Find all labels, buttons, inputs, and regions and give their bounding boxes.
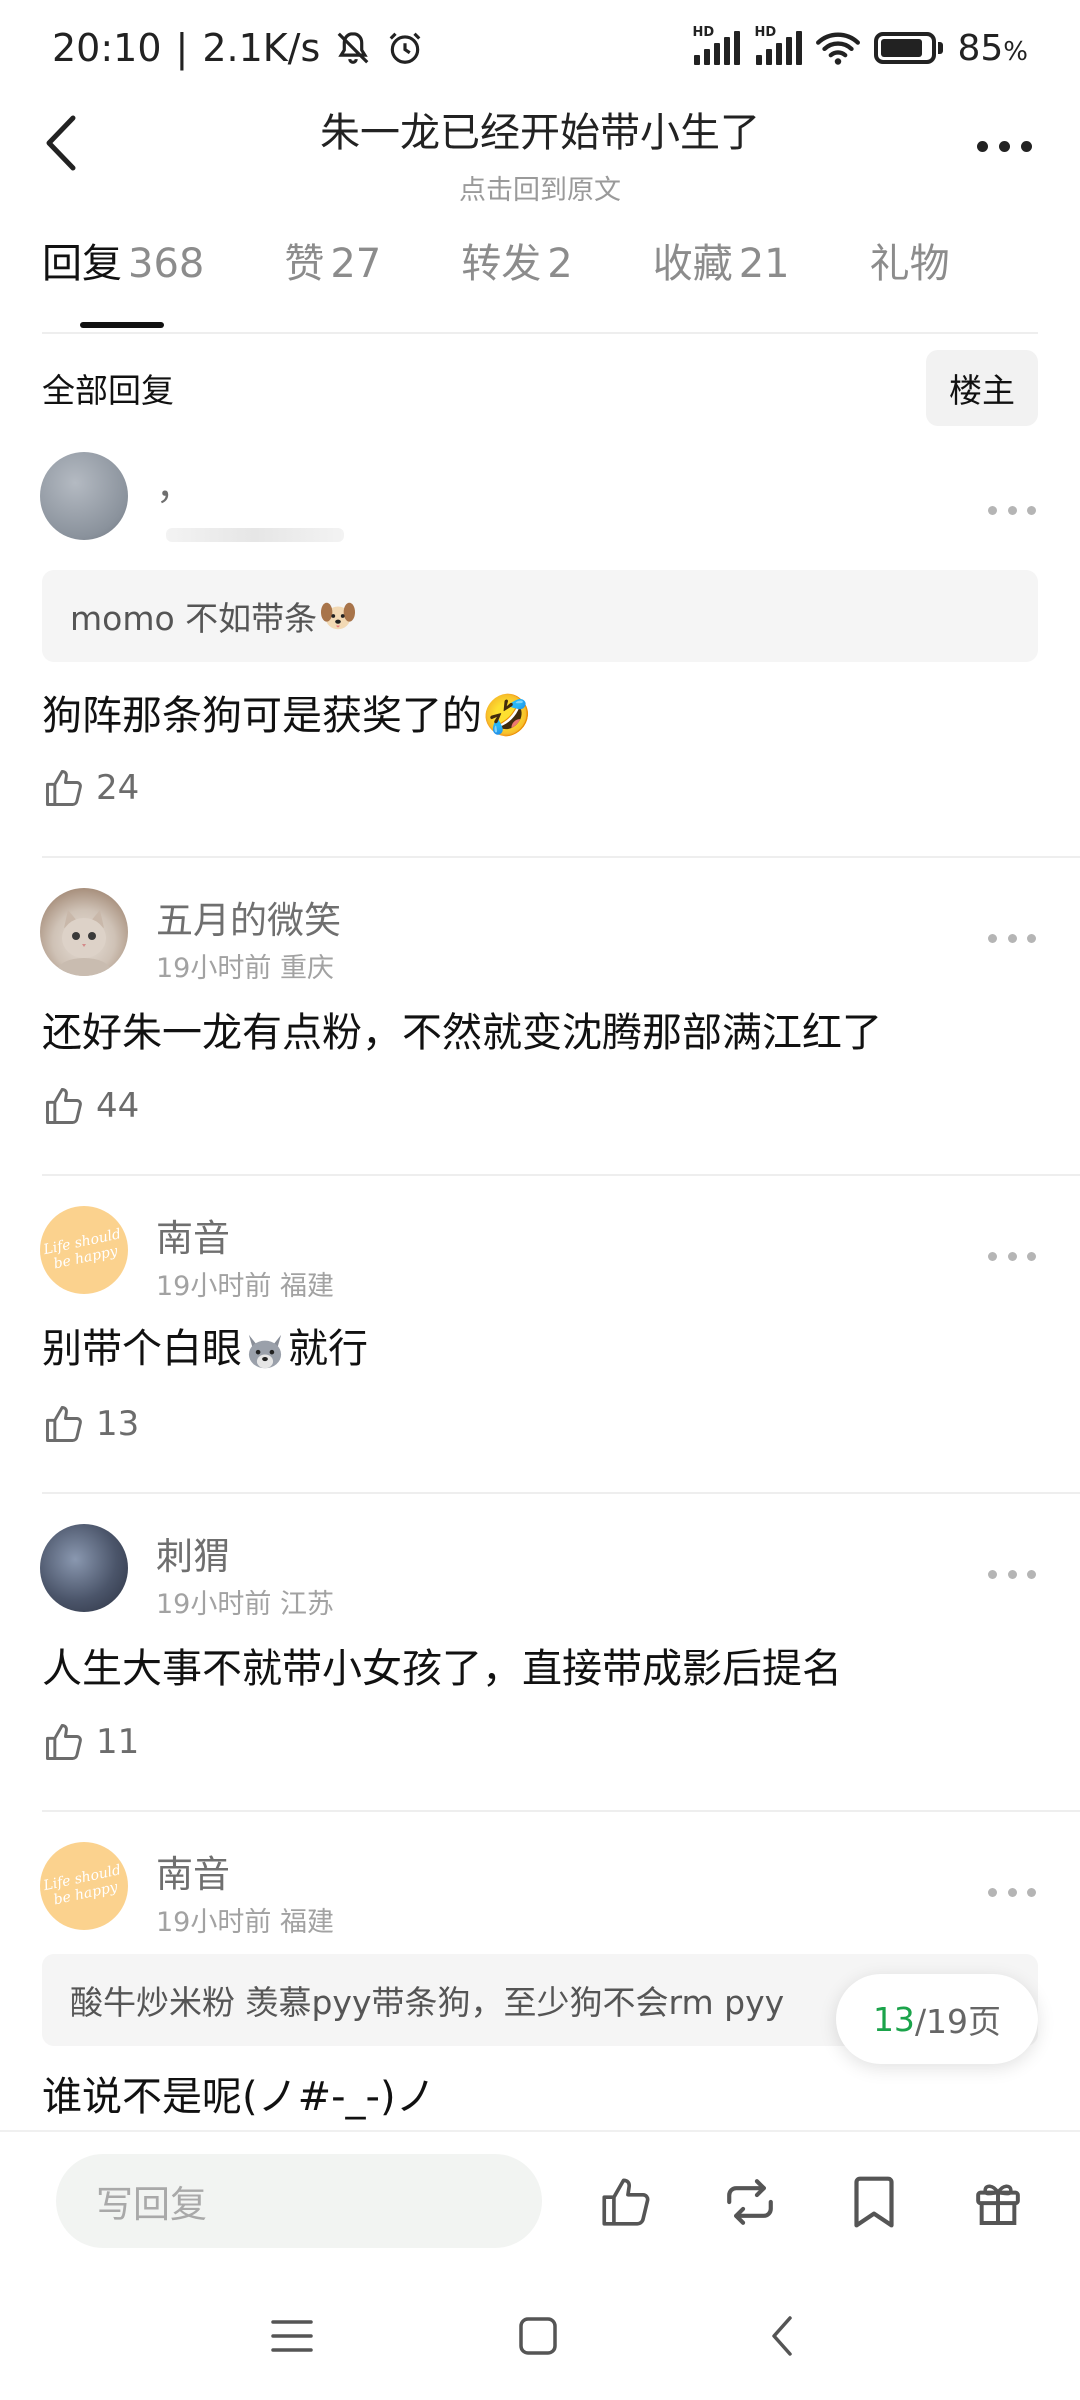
comment-more-icon[interactable] — [988, 1564, 1036, 1584]
avatar-text: Life should be happy — [42, 1862, 123, 1909]
like-post-button[interactable] — [590, 2166, 662, 2238]
filter-row: 全部回复 楼主 — [42, 350, 1038, 426]
comment-more-icon[interactable] — [988, 928, 1036, 948]
comment-username[interactable]: 南音 — [156, 1208, 230, 1262]
home-icon — [519, 2317, 557, 2355]
thumbs-up-icon — [46, 1406, 82, 1442]
back-to-original-link[interactable]: 点击回到原文 — [180, 168, 900, 207]
tab-bar: 回复 368 赞 27 转发 2 收藏 21 礼物 — [42, 236, 1038, 332]
wifi-icon — [816, 32, 861, 65]
comment-username[interactable]: 南音 — [156, 1844, 230, 1898]
comment-username[interactable]: ， — [156, 456, 193, 510]
comment-more-icon[interactable] — [988, 500, 1036, 520]
divider — [42, 856, 1080, 858]
status-right: HD HD 85% — [692, 25, 1028, 69]
tab-replies[interactable]: 回复 368 — [42, 236, 204, 292]
divider — [42, 1810, 1080, 1812]
comment-more-icon[interactable] — [988, 1882, 1036, 1902]
repost-icon — [727, 2179, 773, 2225]
cat-avatar-image — [58, 910, 110, 976]
wolf-emoji-icon — [248, 1334, 282, 1369]
comment-username[interactable]: 五月的微笑 — [156, 890, 341, 944]
like-button[interactable]: 13 — [42, 1402, 139, 1446]
back-button[interactable] — [752, 2306, 812, 2366]
avatar[interactable]: Life should be happy — [40, 1206, 128, 1294]
blurred-meta — [166, 528, 344, 542]
avatar[interactable]: Life should be happy — [40, 1842, 128, 1930]
divider — [42, 332, 1038, 334]
thumbs-up-icon — [46, 1724, 82, 1760]
header: 朱一龙已经开始带小生了 点击回到原文 — [0, 96, 1080, 206]
avatar[interactable] — [40, 888, 128, 976]
thumbs-up-icon — [602, 2178, 650, 2226]
repost-button[interactable] — [714, 2166, 786, 2238]
comment-more-icon[interactable] — [988, 1246, 1036, 1266]
like-count: 44 — [96, 1086, 140, 1126]
comment-username[interactable]: 刺猬 — [156, 1526, 230, 1580]
like-button[interactable]: 24 — [42, 766, 139, 810]
system-navigation-bar — [0, 2290, 1080, 2380]
signal-1-icon: HD — [692, 25, 741, 65]
avatar-text: Life should be happy — [42, 1226, 123, 1273]
comment-meta: 19小时前 福建 — [156, 1907, 334, 1938]
status-time: 20:10 — [52, 26, 162, 70]
bookmark-button[interactable] — [838, 2166, 910, 2238]
menu-icon — [271, 2320, 313, 2352]
thumbs-up-icon — [46, 1088, 82, 1124]
comment-text: 还好朱一龙有点粉，不然就变沈腾那部满江红了 — [42, 1010, 882, 1056]
status-separator: | — [175, 26, 189, 70]
avatar[interactable] — [40, 1524, 128, 1612]
page-title: 朱一龙已经开始带小生了 — [320, 110, 760, 156]
bookmark-icon — [854, 2176, 894, 2228]
signal-2-icon: HD — [754, 25, 803, 65]
like-button[interactable]: 44 — [42, 1084, 139, 1128]
like-count: 24 — [96, 768, 140, 808]
more-icon[interactable] — [964, 126, 1044, 166]
divider — [42, 1492, 1080, 1494]
all-replies-label: 全部回复 — [42, 371, 174, 410]
back-icon — [772, 2316, 792, 2356]
avatar[interactable] — [40, 452, 128, 540]
gift-icon — [976, 2184, 1020, 2225]
owner-only-button[interactable]: 楼主 — [926, 350, 1038, 426]
divider — [0, 2130, 1080, 2132]
like-count: 11 — [96, 1722, 140, 1762]
menu-button[interactable] — [262, 2306, 322, 2366]
bell-mute-icon — [337, 32, 369, 64]
battery-icon — [874, 32, 944, 64]
comment-meta: 19小时前 福建 — [156, 1271, 334, 1302]
home-button[interactable] — [508, 2306, 568, 2366]
status-network-speed: 2.1K/s — [202, 26, 321, 70]
comment-text: 别带个白眼 就行 — [42, 1326, 368, 1372]
battery-percent: 85% — [957, 27, 1028, 69]
tab-likes[interactable]: 赞 27 — [284, 236, 381, 292]
title-area[interactable]: 朱一龙已经开始带小生了 点击回到原文 — [180, 100, 900, 207]
comment-text: 谁说不是呢(ノ#-_-)ノ — [42, 2074, 436, 2120]
dog-emoji-icon — [321, 602, 356, 630]
current-page: 13 — [872, 1999, 915, 2039]
comment-meta: 19小时前 重庆 — [156, 953, 334, 984]
like-count: 13 — [96, 1404, 140, 1444]
active-tab-indicator — [80, 322, 164, 328]
comment-text: 人生大事不就带小女孩了，直接带成影后提名 — [42, 1646, 842, 1692]
divider — [42, 1174, 1080, 1176]
total-pages: /19页 — [914, 2002, 1002, 2041]
back-arrow-icon — [46, 115, 76, 171]
page-indicator[interactable]: 13/19页 — [836, 1974, 1038, 2064]
tab-reposts[interactable]: 转发 2 — [461, 236, 572, 292]
alarm-clock-icon — [389, 32, 421, 64]
gift-button[interactable] — [962, 2166, 1034, 2238]
status-bar: 20:10 | 2.1K/s HD HD 85% — [0, 0, 1080, 96]
reply-input[interactable]: 写回复 — [56, 2154, 542, 2248]
comment-meta: 19小时前 江苏 — [156, 1589, 334, 1620]
like-button[interactable]: 11 — [42, 1720, 139, 1764]
tab-gifts[interactable]: 礼物 — [870, 236, 950, 292]
status-left: 20:10 | 2.1K/s — [52, 26, 424, 70]
tab-favorites[interactable]: 收藏 21 — [653, 236, 790, 292]
thumbs-up-icon — [46, 770, 82, 806]
comment-text: 狗阵那条狗可是获奖了的🤣 — [42, 693, 532, 739]
back-button[interactable] — [30, 108, 90, 178]
quoted-reply[interactable]: momo 不如带条 — [42, 570, 1038, 662]
